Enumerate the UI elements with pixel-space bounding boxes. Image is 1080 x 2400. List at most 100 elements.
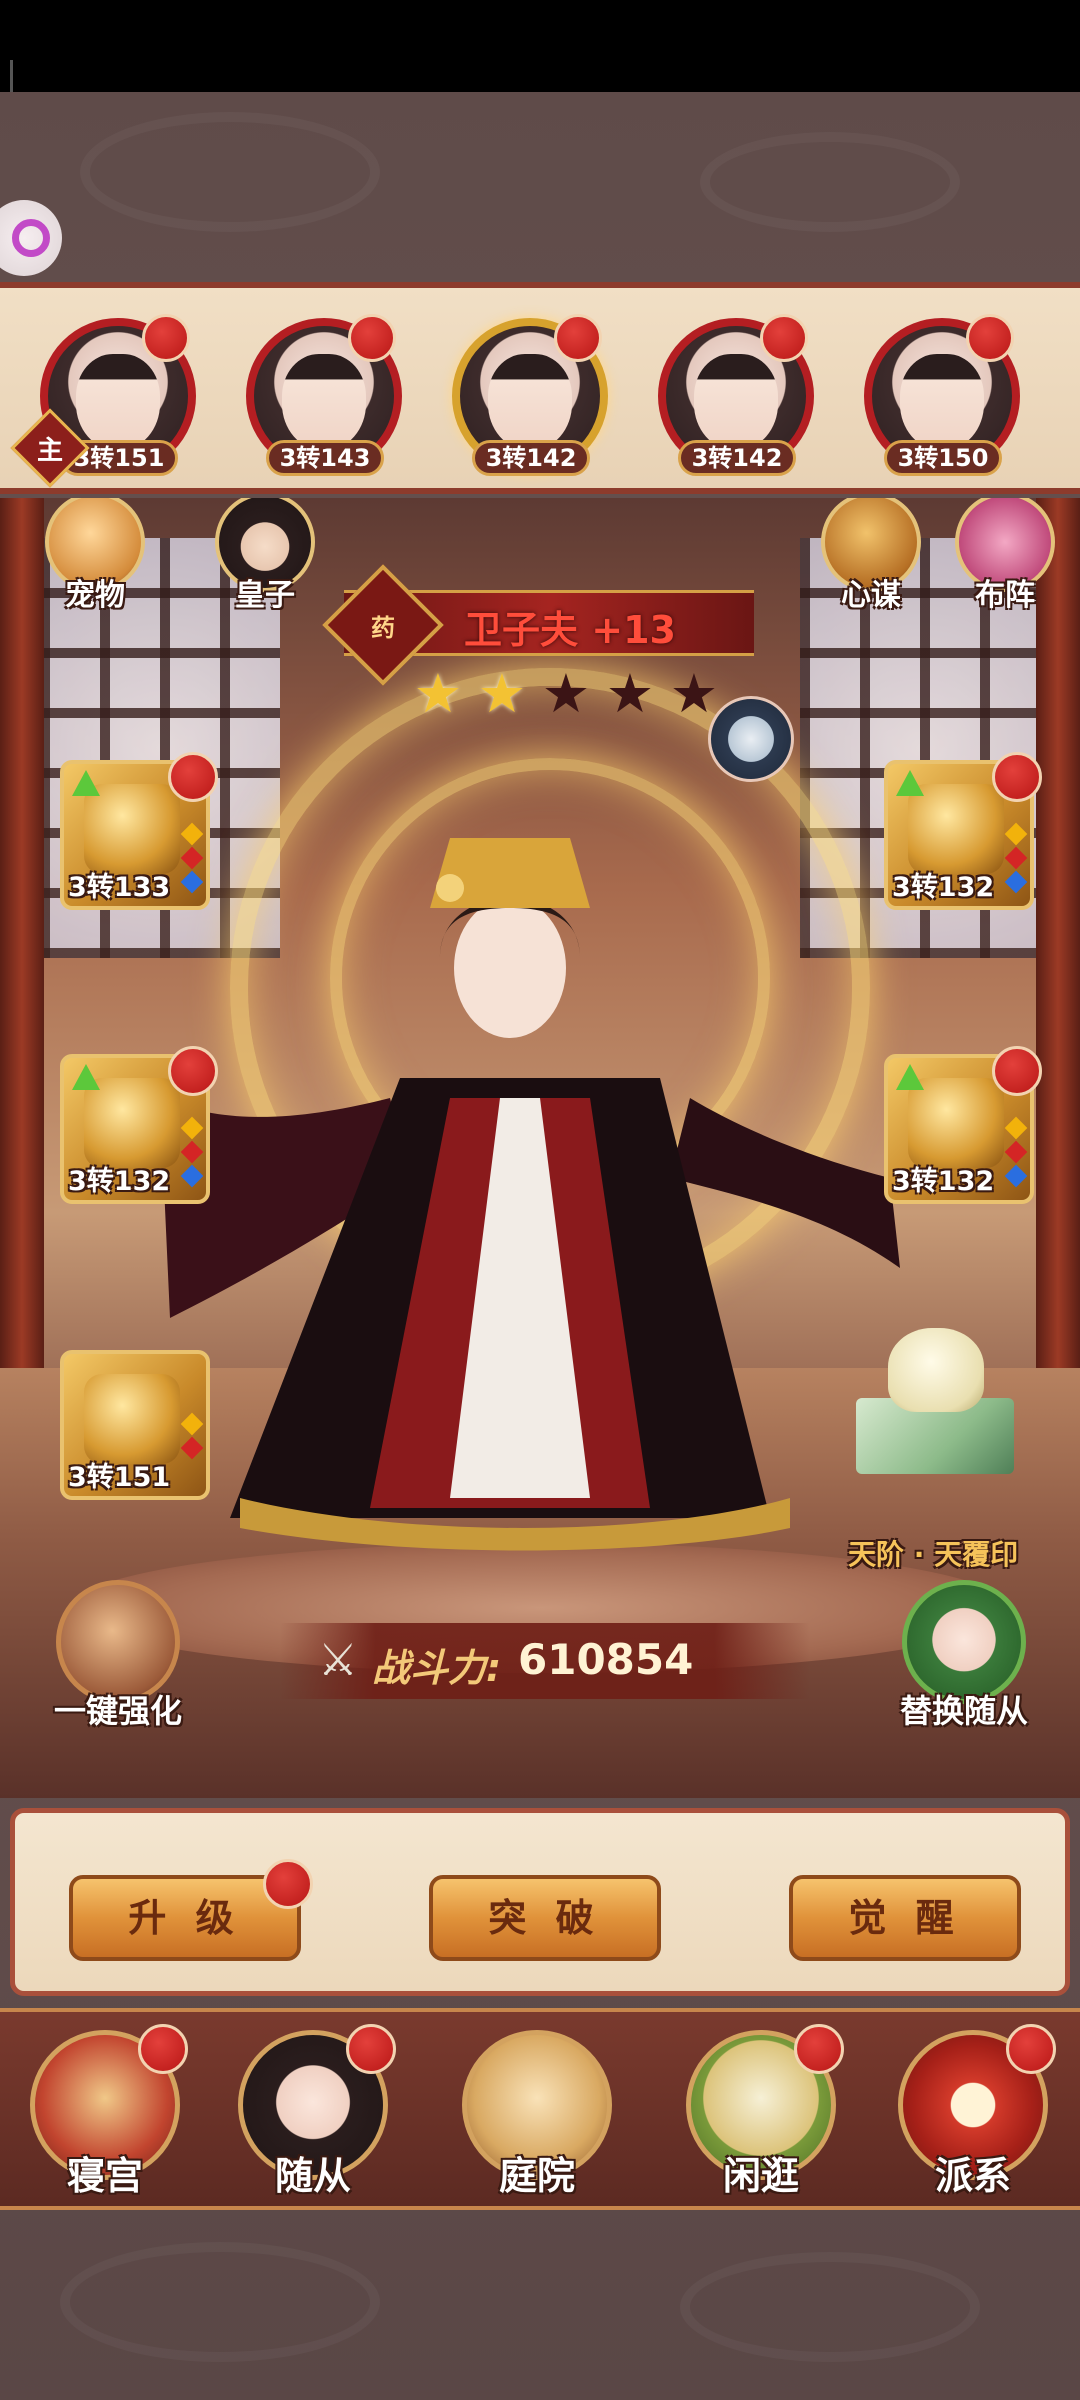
sword-icon: ⚔ bbox=[318, 1635, 358, 1686]
one-key-enhance-button[interactable]: 一键强化 bbox=[48, 1580, 188, 1732]
roster-portrait-5[interactable]: 3转150 bbox=[864, 314, 1020, 476]
red-dot-icon bbox=[138, 2024, 188, 2074]
prince-label: 皇子 bbox=[235, 578, 295, 613]
breakthrough-button[interactable]: 突 破 bbox=[429, 1875, 661, 1961]
equip-slot-right-2[interactable]: 3转132 bbox=[884, 1046, 1042, 1204]
roster-portrait-3-selected[interactable]: 3转142 bbox=[452, 314, 608, 476]
equip-slot-left-1[interactable]: 3转133 bbox=[60, 752, 218, 910]
roster-portrait-4[interactable]: 3转142 bbox=[658, 314, 814, 476]
combat-power-label: 战斗力: bbox=[372, 1646, 502, 1690]
bottom-nav: 寝宫 随从 庭院 闲逛 派系 bbox=[0, 2008, 1080, 2210]
star-rating: ★ ★ ★ ★ ★ bbox=[410, 666, 722, 722]
star-filled-icon: ★ bbox=[477, 662, 527, 725]
red-dot-icon bbox=[992, 752, 1042, 802]
upgrade-arrow-icon bbox=[896, 1064, 924, 1090]
portrait-face bbox=[76, 354, 160, 450]
red-dot-icon bbox=[168, 1046, 218, 1096]
class-badge-label: 药 bbox=[371, 613, 395, 642]
nav-faction[interactable]: 派系 bbox=[888, 2024, 1058, 2210]
armor-icon bbox=[84, 784, 180, 874]
star-filled-icon: ★ bbox=[413, 662, 463, 725]
boots-icon bbox=[84, 1374, 180, 1464]
robe-icon bbox=[84, 1078, 180, 1168]
upgrade-button[interactable]: 升 级 bbox=[69, 1859, 313, 1961]
seal-label: 天阶 · 天覆印 bbox=[848, 1538, 1019, 1571]
nav-palace[interactable]: 寝宫 bbox=[20, 2024, 190, 2210]
nav-courtyard[interactable]: 庭院 bbox=[452, 2030, 622, 2210]
replace-follower-label: 替换随从 bbox=[899, 1692, 1028, 1730]
star-empty-icon: ★ bbox=[605, 662, 655, 725]
portrait-face bbox=[282, 354, 366, 450]
pet-label: 宠物 bbox=[65, 578, 125, 613]
equip-level: 3转151 bbox=[68, 1462, 171, 1493]
upgrade-arrow-icon bbox=[72, 770, 100, 796]
seal-button[interactable] bbox=[850, 1328, 1020, 1478]
red-dot-icon bbox=[992, 1046, 1042, 1096]
strategy-label: 心谋 bbox=[841, 578, 901, 613]
nav-label: 派系 bbox=[934, 2154, 1011, 2198]
equip-level: 3转132 bbox=[892, 1166, 995, 1197]
action-panel: 升 级 突 破 觉 醒 bbox=[10, 1808, 1070, 1996]
character-name: 卫子夫 +13 bbox=[464, 608, 676, 652]
nav-label: 寝宫 bbox=[66, 2154, 143, 2198]
nav-stroll[interactable]: 闲逛 bbox=[676, 2024, 846, 2210]
awaken-label: 觉 醒 bbox=[848, 1896, 962, 1940]
breakthrough-label: 突 破 bbox=[488, 1896, 602, 1940]
red-dot-icon bbox=[760, 314, 808, 362]
status-bar bbox=[0, 0, 1080, 150]
portrait-level: 3转143 bbox=[266, 440, 384, 476]
combat-power-bar: ⚔ 战斗力: 610854 bbox=[280, 1623, 810, 1699]
replace-follower-button[interactable]: 替换随从 bbox=[894, 1580, 1034, 1732]
strategy-button[interactable]: 心谋 bbox=[816, 498, 926, 614]
character-stage: 宠物 皇子 心谋 布阵 卫子夫 +13 药 ★ ★ ★ ★ ★ 3转133 3转132 … bbox=[0, 498, 1080, 1798]
portrait-level: 3转142 bbox=[472, 440, 590, 476]
jade-pendant-icon bbox=[908, 784, 1004, 874]
portrait-level: 3转142 bbox=[678, 440, 796, 476]
formation-button[interactable]: 布阵 bbox=[950, 498, 1060, 614]
portrait-face bbox=[694, 354, 778, 450]
consort-roster: 3转151 主 3转143 3转142 3转142 3转150 bbox=[0, 282, 1080, 494]
equip-slot-right-1[interactable]: 3转132 bbox=[884, 752, 1042, 910]
character-hairpin bbox=[436, 874, 464, 902]
upgrade-label: 升 级 bbox=[128, 1896, 242, 1940]
equip-level: 3转132 bbox=[68, 1166, 171, 1197]
upgrade-arrow-icon bbox=[72, 1064, 100, 1090]
nav-label: 闲逛 bbox=[722, 2154, 799, 2198]
nav-label: 庭院 bbox=[498, 2154, 575, 2198]
pet-button[interactable]: 宠物 bbox=[40, 498, 150, 614]
seal-beast-icon bbox=[888, 1328, 984, 1412]
red-dot-icon bbox=[554, 314, 602, 362]
equip-slot-left-2[interactable]: 3转132 bbox=[60, 1046, 218, 1204]
nav-label: 随从 bbox=[274, 2154, 351, 2198]
red-dot-icon bbox=[1006, 2024, 1056, 2074]
nav-follower[interactable]: 随从 bbox=[228, 2024, 398, 2210]
red-dot-icon bbox=[168, 752, 218, 802]
equip-level: 3转132 bbox=[892, 872, 995, 903]
red-dot-icon bbox=[142, 314, 190, 362]
red-dot-icon bbox=[346, 2024, 396, 2074]
red-dot-icon bbox=[966, 314, 1014, 362]
portrait-face bbox=[488, 354, 572, 450]
red-dot-icon bbox=[794, 2024, 844, 2074]
equip-level: 3转133 bbox=[68, 872, 171, 903]
red-dot-icon bbox=[348, 314, 396, 362]
character-face bbox=[454, 898, 566, 1038]
combat-power-value: 610854 bbox=[518, 1635, 694, 1684]
equip-slot-left-3[interactable]: 3转151 bbox=[60, 1350, 210, 1500]
character-sleeve-right bbox=[670, 1098, 900, 1268]
upgrade-arrow-icon bbox=[896, 770, 924, 796]
awaken-button[interactable]: 觉 醒 bbox=[789, 1875, 1021, 1961]
portrait-level: 3转150 bbox=[884, 440, 1002, 476]
prince-button[interactable]: 皇子 bbox=[210, 498, 320, 614]
red-dot-icon bbox=[263, 1859, 313, 1909]
formation-label: 布阵 bbox=[975, 578, 1035, 613]
roster-portrait-2[interactable]: 3转143 bbox=[246, 314, 402, 476]
mirror-icon bbox=[908, 1078, 1004, 1168]
search-icon bbox=[12, 219, 50, 257]
portrait-face bbox=[900, 354, 984, 450]
costume-button[interactable] bbox=[708, 696, 794, 782]
star-empty-icon: ★ bbox=[669, 662, 719, 725]
character-figure[interactable] bbox=[150, 798, 910, 1558]
one-key-enhance-label: 一键强化 bbox=[53, 1692, 182, 1730]
star-empty-icon: ★ bbox=[541, 662, 591, 725]
